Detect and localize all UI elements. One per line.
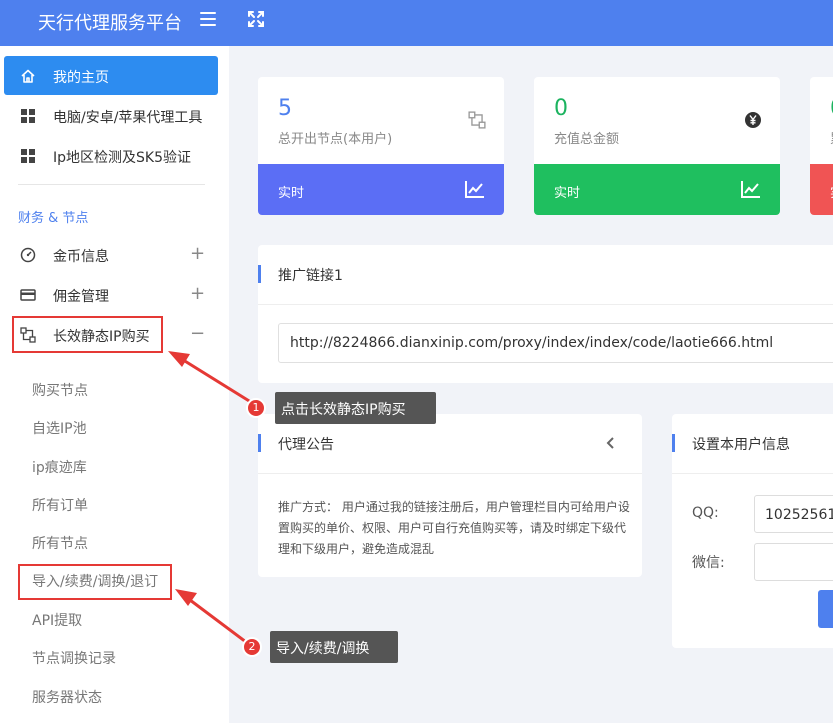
- sidebar-divider: [18, 184, 205, 185]
- panel-header: 设置本用户信息: [672, 414, 833, 474]
- stat-card-recharge: 0 充值总金额 实时: [534, 77, 780, 215]
- home-icon: [21, 69, 35, 83]
- qq-value: 10252561: [765, 507, 833, 523]
- brand-title: 天行代理服务平台: [38, 13, 182, 34]
- subnav-api[interactable]: API提取: [32, 610, 82, 630]
- annotation-badge-1: 1: [246, 398, 266, 418]
- card-icon: [20, 289, 36, 301]
- stat-label: 充值总金额: [554, 132, 620, 147]
- stat-card-nodes: 5 总开出节点(本用户) 实时: [258, 77, 504, 215]
- subnav-nodes[interactable]: 所有节点: [32, 533, 88, 553]
- sidebar-item-coins[interactable]: 金币信息 +: [0, 235, 229, 275]
- trend-chart-icon: [741, 181, 760, 198]
- panel-title: 代理公告: [278, 437, 334, 453]
- annotation-badge-2: 2: [242, 637, 262, 657]
- wechat-label: 微信:: [692, 555, 725, 571]
- stat-footer-label: 实时: [554, 186, 581, 201]
- sidebar-item-label: 佣金管理: [53, 289, 109, 305]
- collapse-icon[interactable]: −: [190, 324, 205, 344]
- promo-panel: 推广链接1 http://8224866.dianxinip.com/proxy…: [258, 245, 833, 383]
- panel-title: 设置本用户信息: [692, 437, 790, 453]
- stat-value: 0: [554, 96, 568, 121]
- notice-text: 推广方式： 用户通过我的链接注册后，用户管理栏目内可给用户设置购买的单价、权限、…: [278, 500, 630, 556]
- subnav-server-status[interactable]: 服务器状态: [32, 687, 102, 707]
- grid-icon: [21, 109, 35, 123]
- qq-input[interactable]: 10252561: [754, 495, 833, 533]
- stat-footer: 实时: [534, 164, 780, 215]
- panel-title: 推广链接1: [278, 268, 343, 284]
- sidebar-item-label: 我的主页: [53, 70, 109, 86]
- notice-panel: 代理公告 推广方式： 用户通过我的链接注册后，用户管理栏目内可给用户设置购买的单…: [258, 414, 642, 577]
- stat-card-third: 0 累 实: [810, 77, 833, 215]
- yuan-icon: [745, 112, 761, 128]
- sidebar-item-commission[interactable]: 佣金管理 +: [0, 275, 229, 315]
- trend-chart-icon: [465, 181, 484, 198]
- sidebar-item-ip-check[interactable]: Ip地区检测及SK5验证: [0, 136, 229, 176]
- subnav-ip-trace[interactable]: ip痕迹库: [32, 457, 87, 477]
- annotation-text: 导入/续费/调换: [276, 641, 370, 657]
- expand-icon[interactable]: +: [190, 244, 205, 264]
- sidebar-section-title: 财务 & 节点: [18, 211, 89, 226]
- sidebar: 我的主页 电脑/安卓/苹果代理工具 Ip地区检测及SK5验证 财务 & 节点 金…: [0, 46, 229, 723]
- menu-toggle-icon[interactable]: [200, 12, 216, 26]
- highlight-box-import-renew: [18, 564, 172, 600]
- subnav-buy-nodes[interactable]: 购买节点: [32, 380, 88, 400]
- promo-link-field[interactable]: http://8224866.dianxinip.com/proxy/index…: [278, 323, 833, 363]
- grid-icon: [21, 149, 35, 163]
- stat-footer: 实: [810, 164, 833, 215]
- subnav-orders[interactable]: 所有订单: [32, 495, 88, 515]
- wechat-input[interactable]: [754, 543, 833, 581]
- stat-footer-label: 实时: [278, 186, 305, 201]
- stat-footer: 实时: [258, 164, 504, 215]
- stat-label: 总开出节点(本用户): [278, 132, 393, 147]
- gauge-icon: [20, 247, 36, 263]
- expand-icon[interactable]: +: [190, 284, 205, 304]
- subnav-ip-pool[interactable]: 自选IP池: [32, 418, 87, 438]
- subnav-swap-log[interactable]: 节点调换记录: [32, 648, 116, 668]
- user-info-panel: 设置本用户信息 QQ: 10252561 微信:: [672, 414, 833, 648]
- sidebar-item-label: 金币信息: [53, 249, 109, 265]
- annotation-callout-2: 导入/续费/调换: [270, 631, 398, 663]
- save-button[interactable]: [818, 590, 833, 628]
- nodes-icon: [468, 111, 486, 129]
- promo-link-text: http://8224866.dianxinip.com/proxy/index…: [290, 335, 774, 351]
- qq-label: QQ:: [692, 505, 719, 521]
- sidebar-item-label: Ip地区检测及SK5验证: [53, 150, 191, 166]
- annotation-callout-1: 点击长效静态IP购买: [275, 392, 436, 424]
- stat-value: 5: [278, 96, 292, 121]
- sidebar-item-proxy-tools[interactable]: 电脑/安卓/苹果代理工具: [0, 96, 229, 136]
- fullscreen-icon[interactable]: [247, 10, 265, 28]
- annotation-text: 点击长效静态IP购买: [281, 402, 406, 418]
- highlight-box-static-ip: [12, 316, 163, 353]
- sidebar-item-label: 电脑/安卓/苹果代理工具: [53, 110, 203, 126]
- panel-header: 推广链接1: [258, 245, 833, 305]
- sidebar-item-home[interactable]: 我的主页: [4, 56, 218, 95]
- top-bar: 天行代理服务平台: [0, 0, 833, 46]
- chevron-left-icon[interactable]: [604, 436, 616, 450]
